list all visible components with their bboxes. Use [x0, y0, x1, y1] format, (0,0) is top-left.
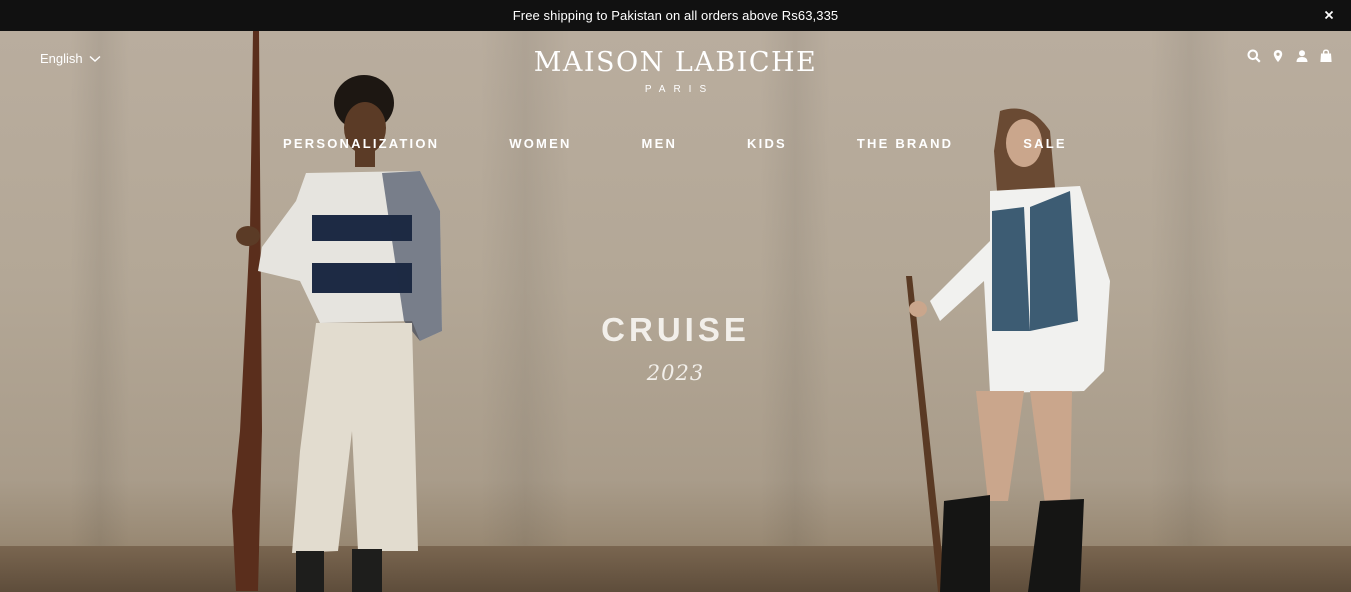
language-selector[interactable]: English	[40, 51, 101, 66]
logo-name: MAISON LABICHE	[533, 47, 818, 78]
campaign-heading[interactable]: CRUISE 2023	[601, 311, 750, 385]
chevron-down-icon	[89, 55, 101, 62]
hero-banner[interactable]: English MAISON LABICHE PARIS PERSONALIZA…	[0, 31, 1351, 592]
announcement-bar: Free shipping to Pakistan on all orders …	[0, 0, 1351, 31]
announcement-text: Free shipping to Pakistan on all orders …	[512, 8, 839, 23]
header-actions	[1247, 49, 1333, 63]
map-pin-icon[interactable]	[1271, 49, 1285, 63]
nav-item-men[interactable]: MEN	[642, 136, 678, 151]
language-label: English	[40, 51, 83, 66]
nav-item-kids[interactable]: KIDS	[747, 136, 787, 151]
campaign-title: CRUISE	[601, 311, 750, 348]
search-icon[interactable]	[1247, 49, 1261, 63]
main-navigation: PERSONALIZATION WOMEN MEN KIDS THE BRAND…	[283, 136, 1067, 151]
brand-logo[interactable]: MAISON LABICHE PARIS	[534, 46, 818, 95]
close-icon[interactable]	[1321, 7, 1337, 23]
nav-item-women[interactable]: WOMEN	[509, 136, 571, 151]
nav-item-sale[interactable]: SALE	[1023, 136, 1066, 151]
logo-subtitle: PARIS	[644, 84, 715, 95]
user-icon[interactable]	[1295, 49, 1309, 63]
shopping-bag-icon[interactable]	[1319, 49, 1333, 63]
nav-item-personalization[interactable]: PERSONALIZATION	[283, 136, 439, 151]
campaign-year: 2023	[646, 361, 705, 385]
nav-item-the-brand[interactable]: THE BRAND	[857, 136, 953, 151]
